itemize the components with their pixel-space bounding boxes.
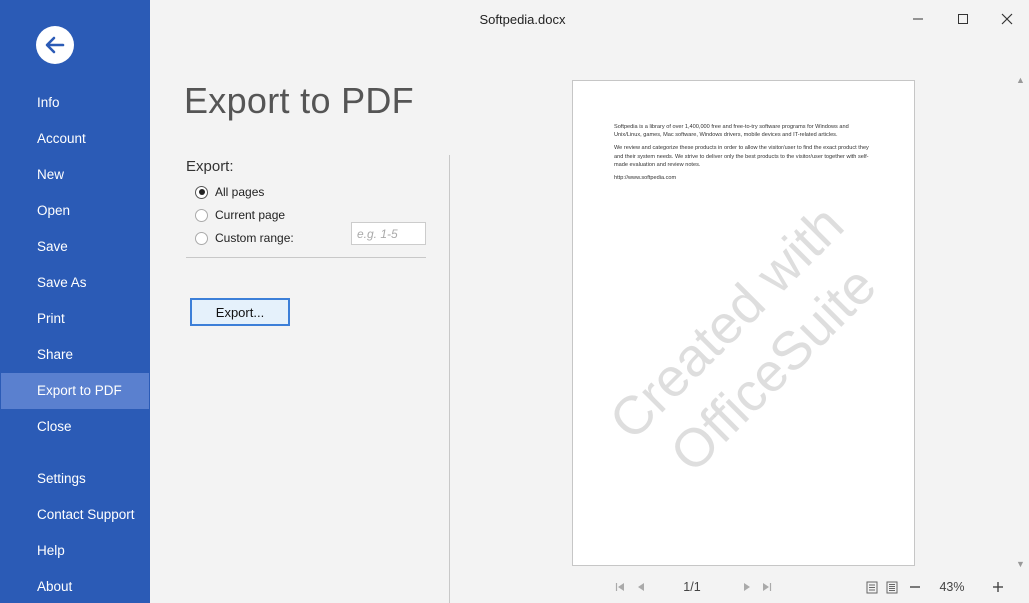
sidebar: Info Account New Open Save Save As Print… [0, 0, 150, 603]
next-page-button[interactable] [740, 578, 754, 596]
minimize-icon [913, 18, 923, 20]
option-label: Current page [215, 208, 286, 222]
sidebar-item-new[interactable]: New [1, 157, 149, 193]
radio-checked[interactable] [195, 185, 208, 199]
sidebar-item-save[interactable]: Save [1, 229, 149, 265]
next-page-icon [744, 583, 750, 591]
zoom-in-button[interactable] [990, 578, 1006, 596]
option-label: All pages [215, 185, 265, 199]
continuous-view-button[interactable] [884, 578, 900, 596]
maximize-button[interactable] [948, 6, 978, 32]
single-page-view-button[interactable] [864, 578, 880, 596]
last-page-button[interactable] [760, 578, 774, 596]
scroll-down-icon[interactable]: ▼ [1016, 559, 1025, 569]
option-custom-range[interactable]: Custom range: [195, 231, 294, 245]
title-bar: Softpedia.docx [150, 0, 1029, 40]
sidebar-item-settings[interactable]: Settings [1, 461, 149, 497]
sidebar-item-account[interactable]: Account [1, 121, 149, 157]
sidebar-item-about[interactable]: About [1, 569, 149, 603]
previous-page-icon [638, 583, 644, 591]
sidebar-item-export-to-pdf[interactable]: Export to PDF [1, 373, 149, 409]
sidebar-item-info[interactable]: Info [1, 85, 149, 121]
first-page-icon [615, 583, 624, 591]
last-page-icon [763, 583, 772, 591]
zoom-out-button[interactable] [907, 578, 923, 596]
single-page-icon [866, 581, 878, 593]
panel-divider [449, 155, 450, 603]
page-indicator: 1/1 [683, 580, 701, 594]
minus-icon [910, 586, 920, 588]
sidebar-item-help[interactable]: Help [1, 533, 149, 569]
custom-range-input[interactable] [351, 222, 426, 245]
page-title: Export to PDF [184, 80, 414, 121]
zoom-level: 43% [939, 580, 965, 594]
sidebar-item-open[interactable]: Open [1, 193, 149, 229]
sidebar-item-share[interactable]: Share [1, 337, 149, 373]
document-paragraph: We review and categorize these products … [614, 145, 869, 168]
radio-unchecked[interactable] [195, 231, 208, 245]
close-window-button[interactable] [992, 6, 1022, 32]
option-label: Custom range: [215, 231, 294, 245]
export-button[interactable]: Export... [190, 298, 290, 326]
scroll-up-icon[interactable]: ▲ [1016, 75, 1025, 85]
export-label: Export: [186, 158, 234, 175]
arrow-left-icon [45, 36, 65, 54]
plus-icon [993, 582, 1003, 592]
radio-unchecked[interactable] [195, 208, 208, 222]
option-all-pages[interactable]: All pages [195, 185, 264, 199]
sidebar-item-print[interactable]: Print [1, 301, 149, 337]
first-page-button[interactable] [613, 578, 627, 596]
divider [186, 257, 426, 258]
option-current-page[interactable]: Current page [195, 208, 285, 222]
continuous-pages-icon [886, 581, 898, 593]
minimize-button[interactable] [903, 6, 933, 32]
sidebar-item-close[interactable]: Close [1, 409, 149, 445]
previous-page-button[interactable] [634, 578, 648, 596]
document-paragraph: Softpedia is a library of over 1,400,000… [614, 124, 849, 139]
maximize-icon [958, 14, 968, 24]
sidebar-item-contact-support[interactable]: Contact Support [1, 497, 149, 533]
window-title: Softpedia.docx [479, 12, 566, 27]
back-button[interactable] [36, 26, 74, 64]
vertical-scrollbar[interactable]: ▲ ▼ [1013, 75, 1029, 572]
sidebar-item-save-as[interactable]: Save As [1, 265, 149, 301]
close-icon [1001, 13, 1013, 25]
